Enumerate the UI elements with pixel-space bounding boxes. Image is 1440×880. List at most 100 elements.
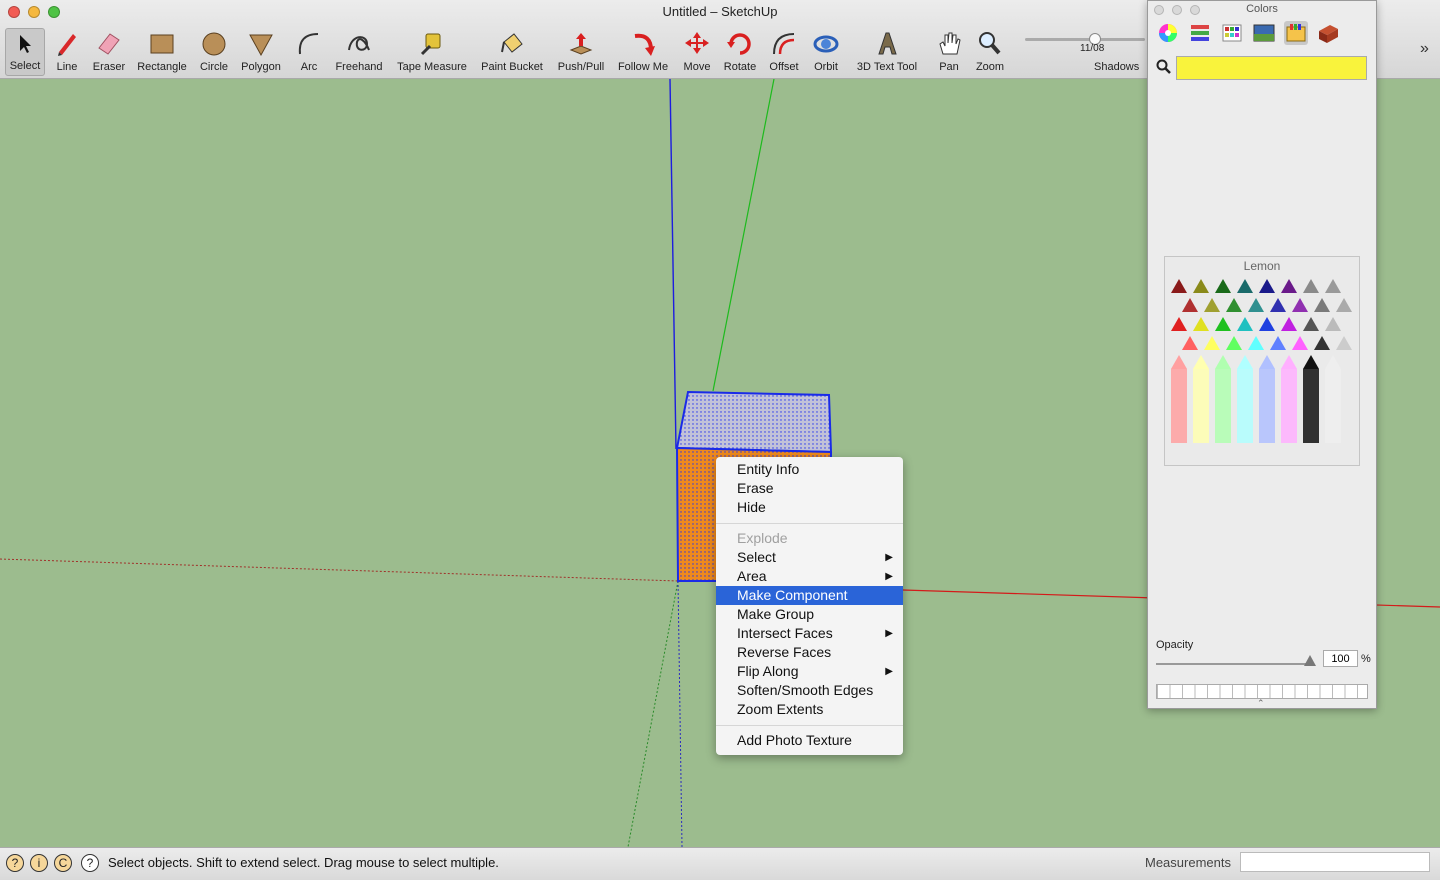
crayon[interactable] xyxy=(1325,317,1341,331)
crayon[interactable] xyxy=(1237,279,1253,293)
menu-item-erase[interactable]: Erase xyxy=(716,479,903,498)
crayon[interactable] xyxy=(1171,279,1187,293)
menu-item-make-group[interactable]: Make Group xyxy=(716,605,903,624)
menu-item-intersect-faces[interactable]: Intersect Faces ▶ xyxy=(716,624,903,643)
crayon[interactable] xyxy=(1270,298,1286,312)
crayon[interactable] xyxy=(1281,355,1297,369)
crayon[interactable] xyxy=(1237,317,1253,331)
current-color-swatch[interactable] xyxy=(1176,56,1367,80)
crayon[interactable] xyxy=(1259,317,1275,331)
color-palettes-icon[interactable] xyxy=(1220,21,1244,45)
opacity-slider[interactable] xyxy=(1156,663,1311,665)
menu-item-flip-along[interactable]: Flip Along ▶ xyxy=(716,662,903,681)
crayon[interactable] xyxy=(1303,279,1319,293)
crayon-body[interactable] xyxy=(1237,369,1253,443)
crayon-body[interactable] xyxy=(1215,369,1231,443)
crayon[interactable] xyxy=(1303,355,1319,369)
crayon[interactable] xyxy=(1215,317,1231,331)
crayon[interactable] xyxy=(1215,279,1231,293)
crayon[interactable] xyxy=(1237,355,1253,369)
crayon-body[interactable] xyxy=(1303,369,1319,443)
tool-polygon[interactable]: Polygon xyxy=(241,30,281,73)
menu-item-make-component[interactable]: Make Component xyxy=(716,586,903,605)
crayon-body[interactable] xyxy=(1193,369,1209,443)
crayon[interactable] xyxy=(1292,298,1308,312)
tool-arc[interactable]: Arc xyxy=(296,30,322,73)
crayon[interactable] xyxy=(1303,317,1319,331)
crayon[interactable] xyxy=(1215,355,1231,369)
tool-paint-bucket[interactable]: Paint Bucket xyxy=(481,30,543,73)
crayon[interactable] xyxy=(1204,336,1220,350)
menu-item-zoom-extents[interactable]: Zoom Extents xyxy=(716,700,903,719)
measurements-field[interactable] xyxy=(1240,852,1430,872)
tool-push-pull[interactable]: Push/Pull xyxy=(558,30,604,73)
color-sliders-icon[interactable] xyxy=(1188,21,1212,45)
tool-offset[interactable]: Offset xyxy=(769,30,799,73)
tool-follow-me[interactable]: Follow Me xyxy=(618,30,668,73)
crayon[interactable] xyxy=(1204,298,1220,312)
crayon[interactable] xyxy=(1226,336,1242,350)
swatch-strip-handle-icon[interactable]: ⌃ xyxy=(1257,698,1265,709)
shadow-date-slider[interactable] xyxy=(1025,38,1145,41)
copyright-icon[interactable]: C xyxy=(54,854,72,872)
crayon[interactable] xyxy=(1248,336,1264,350)
crayon[interactable] xyxy=(1270,336,1286,350)
crayon-body[interactable] xyxy=(1171,369,1187,443)
tool-rectangle[interactable]: Rectangle xyxy=(137,30,187,73)
crayon[interactable] xyxy=(1182,298,1198,312)
help-icon[interactable]: ? xyxy=(81,854,99,872)
saved-swatches-strip[interactable] xyxy=(1156,684,1368,699)
tool-orbit[interactable]: Orbit xyxy=(812,30,840,73)
crayons-icon[interactable] xyxy=(1284,21,1308,45)
crayon[interactable] xyxy=(1314,298,1330,312)
crayons-grid[interactable] xyxy=(1165,275,1359,465)
crayon[interactable] xyxy=(1193,279,1209,293)
opacity-slider-thumb[interactable] xyxy=(1304,655,1316,666)
crayon-body[interactable] xyxy=(1259,369,1275,443)
crayon-body[interactable] xyxy=(1281,369,1297,443)
tool-tape-measure[interactable]: Tape Measure xyxy=(397,30,467,73)
crayon[interactable] xyxy=(1281,317,1297,331)
crayon[interactable] xyxy=(1314,336,1330,350)
menu-item-soften-smooth-edges[interactable]: Soften/Smooth Edges xyxy=(716,681,903,700)
search-icon[interactable] xyxy=(1156,59,1172,75)
crayon[interactable] xyxy=(1336,298,1352,312)
opacity-value-field[interactable]: 100 xyxy=(1323,650,1358,667)
credits-icon[interactable]: i xyxy=(30,854,48,872)
crayon[interactable] xyxy=(1171,355,1187,369)
geo-location-icon[interactable]: ? xyxy=(6,854,24,872)
tool-eraser[interactable]: Eraser xyxy=(93,30,125,73)
crayon[interactable] xyxy=(1193,355,1209,369)
crayon[interactable] xyxy=(1336,336,1352,350)
crayon[interactable] xyxy=(1226,298,1242,312)
crayon[interactable] xyxy=(1259,355,1275,369)
materials-icon[interactable] xyxy=(1316,21,1340,45)
tool-zoom[interactable]: Zoom xyxy=(976,30,1004,73)
crayon[interactable] xyxy=(1182,336,1198,350)
tool-freehand[interactable]: Freehand xyxy=(335,30,383,73)
toolbar-overflow-icon[interactable]: » xyxy=(1420,40,1429,58)
crayon[interactable] xyxy=(1325,355,1341,369)
tool-move[interactable]: Move xyxy=(683,30,711,73)
menu-item-select[interactable]: Select ▶ xyxy=(716,548,903,567)
crayon[interactable] xyxy=(1292,336,1308,350)
crayon[interactable] xyxy=(1193,317,1209,331)
tool-pan[interactable]: Pan xyxy=(935,30,963,73)
tool-3d-text[interactable]: 3D Text Tool xyxy=(857,30,917,73)
color-wheel-icon[interactable] xyxy=(1156,21,1180,45)
crayon[interactable] xyxy=(1259,279,1275,293)
crayon-body[interactable] xyxy=(1325,369,1341,443)
crayon[interactable] xyxy=(1325,279,1341,293)
tool-rotate[interactable]: Rotate xyxy=(724,30,756,73)
menu-item-reverse-faces[interactable]: Reverse Faces xyxy=(716,643,903,662)
menu-item-hide[interactable]: Hide xyxy=(716,498,903,517)
menu-item-entity-info[interactable]: Entity Info xyxy=(716,460,903,479)
tool-line[interactable]: Line xyxy=(55,30,79,73)
tool-circle[interactable]: Circle xyxy=(200,30,228,73)
crayon[interactable] xyxy=(1281,279,1297,293)
crayon[interactable] xyxy=(1248,298,1264,312)
image-palettes-icon[interactable] xyxy=(1252,21,1276,45)
menu-item-add-photo-texture[interactable]: Add Photo Texture xyxy=(716,731,903,750)
menu-item-area[interactable]: Area ▶ xyxy=(716,567,903,586)
crayon[interactable] xyxy=(1171,317,1187,331)
